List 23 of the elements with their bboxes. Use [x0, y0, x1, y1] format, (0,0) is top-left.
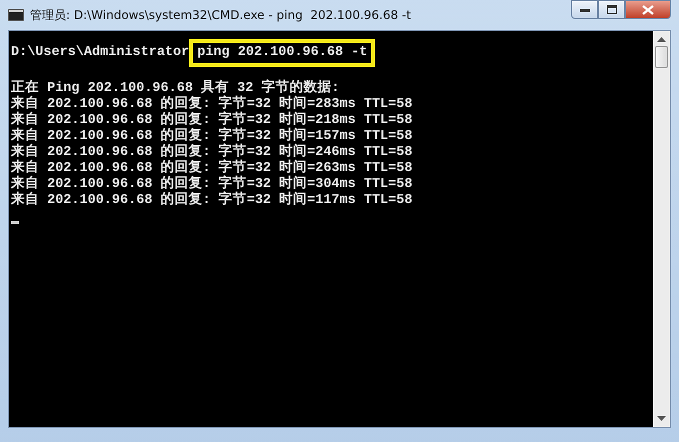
prompt-text: D:\Users\Administrator [11, 45, 190, 61]
close-button[interactable] [625, 0, 671, 19]
output-line: 来自 202.100.96.68 的回复: 字节=32 时间=218ms TTL=58 [11, 113, 414, 128]
output-line: 来自 202.100.96.68 的回复: 字节=32 时间=117ms TTL=58 [11, 193, 414, 209]
minimize-icon [580, 8, 590, 12]
maximize-button[interactable] [598, 0, 625, 19]
output-line: 来自 202.100.96.68 的回复: 字节=32 时间=263ms TTL=58 [11, 161, 414, 176]
scroll-down-icon[interactable] [657, 416, 666, 422]
close-icon [642, 4, 654, 14]
scrollbar[interactable] [653, 31, 670, 427]
output-line: 来自 202.100.96.68 的回复: 字节=32 时间=157ms TTL=58 [11, 129, 414, 144]
scroll-up-icon[interactable] [657, 36, 666, 42]
maximize-icon [606, 5, 616, 14]
scrollbar-thumb[interactable] [655, 46, 668, 68]
output-line: 来自 202.100.96.68 的回复: 字节=32 时间=246ms TTL=58 [11, 145, 414, 160]
text-cursor [11, 221, 19, 224]
command-text: ping 202.100.96.68 -t [189, 39, 376, 67]
window-title: 管理员: D:\Windows\system32\CMD.exe - ping 202.100.96.68 -t [30, 6, 411, 24]
console-icon [8, 9, 24, 21]
output-line: 来自 202.100.96.68 的回复: 字节=32 时间=283ms TTL=58 [11, 97, 414, 112]
output-line: 来自 202.100.96.68 的回复: 字节=32 时间=304ms TTL=58 [11, 177, 414, 192]
output-line: 正在 Ping 202.100.96.68 具有 32 字节的数据: [11, 81, 341, 96]
minimize-button[interactable] [571, 0, 598, 19]
